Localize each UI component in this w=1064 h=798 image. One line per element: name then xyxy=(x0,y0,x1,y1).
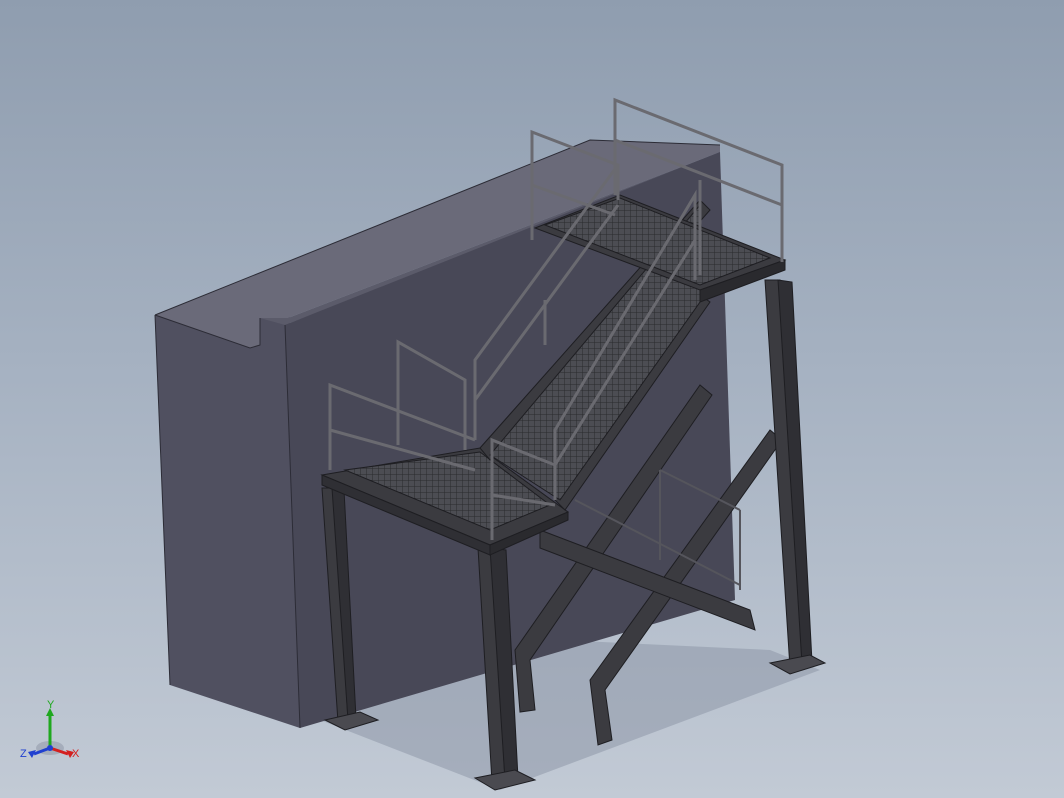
wall-side-face xyxy=(155,315,300,728)
triad-x-label: X xyxy=(72,748,80,760)
triad-z-label: Z xyxy=(20,748,27,760)
model-view[interactable] xyxy=(0,0,1064,798)
triad-y-label: Y xyxy=(47,700,55,711)
graphics-viewport[interactable]: Y X Z xyxy=(0,0,1064,798)
coordinate-triad: Y X Z xyxy=(20,700,80,760)
